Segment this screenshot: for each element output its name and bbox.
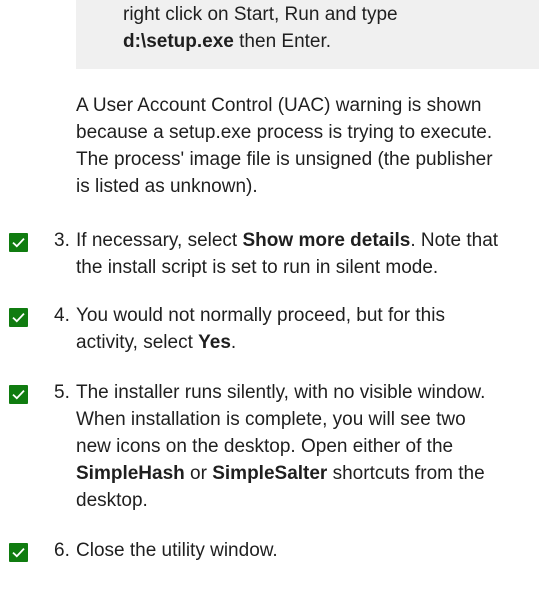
step-5-line-4: SimpleHash or SimpleSalter shortcuts fro… (76, 460, 541, 487)
step-5-number: 5. (54, 382, 70, 403)
show-more-details-text: Show more details (242, 230, 411, 251)
step-3-line-2: the install script is set to run in sile… (76, 257, 439, 278)
step-3-line-1: If necessary, select Show more details. … (76, 227, 541, 254)
step-6-line-1: Close the utility window. (76, 540, 278, 561)
simplesalter-text: SimpleSalter (212, 463, 328, 484)
step-4-line-2-post: . (230, 332, 237, 353)
note-line-1: right click on Start, Run and type (123, 4, 398, 25)
step-4-line-1: You would not normally proceed, but for … (76, 305, 445, 326)
step-5-line-1: The installer runs silently, with no vis… (76, 382, 486, 403)
step-3-checkbox[interactable] (9, 233, 28, 252)
note-line-2: d:\setup.exe then Enter. (123, 28, 539, 55)
step-5-line-2: When installation is complete, you will … (76, 409, 466, 430)
step-5-text: The installer runs silently, with no vis… (76, 379, 541, 514)
step-4-line-2-pre: activity, select (76, 332, 199, 353)
step-6-number: 6. (54, 540, 70, 561)
step-5-checkbox[interactable] (9, 385, 28, 404)
uac-line-3: The process' image file is unsigned (the… (76, 149, 493, 170)
yes-text: Yes (198, 332, 231, 353)
note-line-2-rest: then Enter. (233, 31, 332, 52)
checkmark-icon (12, 312, 25, 323)
step-4-checkbox[interactable] (9, 308, 28, 327)
checkmark-icon (12, 389, 25, 400)
step-3-number: 3. (54, 230, 70, 251)
uac-line-4: is listed as unknown). (76, 176, 258, 197)
step-6-text: Close the utility window. (76, 537, 541, 564)
step-3-line-1-post: . Note that (410, 230, 499, 251)
checkmark-icon (12, 547, 25, 558)
step-5-line-4-post: shortcuts from the (327, 463, 485, 484)
uac-paragraph: A User Account Control (UAC) warning is … (76, 92, 541, 200)
instructions-page: right click on Start, Run and type d:\se… (0, 0, 550, 600)
step-4-text: You would not normally proceed, but for … (76, 302, 541, 356)
checkmark-icon (12, 237, 25, 248)
step-5-line-5: desktop. (76, 490, 148, 511)
setup-command: d:\setup.exe (123, 31, 234, 52)
step-4-line-2: activity, select Yes. (76, 329, 541, 356)
uac-line-1: A User Account Control (UAC) warning is … (76, 95, 482, 116)
simplehash-text: SimpleHash (76, 463, 185, 484)
step-4-number: 4. (54, 305, 70, 326)
step-3-line-1-pre: If necessary, select (76, 230, 243, 251)
uac-line-2: because a setup.exe process is trying to… (76, 122, 493, 143)
step-5-line-3: new icons on the desktop. Open either of… (76, 436, 454, 457)
step-6-checkbox[interactable] (9, 543, 28, 562)
step-3-text: If necessary, select Show more details. … (76, 227, 541, 281)
step-5-line-4-mid: or (184, 463, 213, 484)
command-note-box: right click on Start, Run and type d:\se… (76, 0, 539, 69)
